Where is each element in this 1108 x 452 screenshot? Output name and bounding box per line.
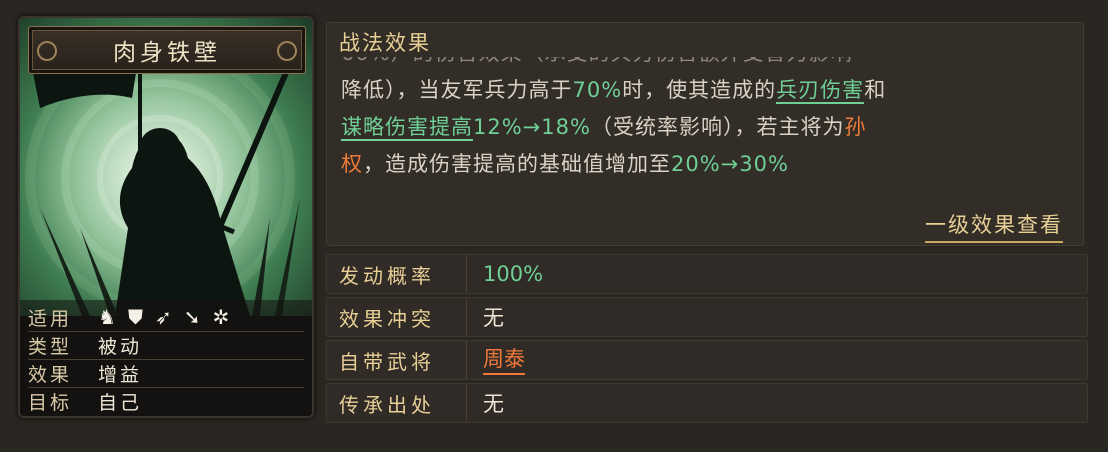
desc-line: 60%）的伤害效果（承受的兵刃伤害额外受智力影响: [341, 57, 1061, 72]
desc-line: 降低），当友军兵力高于70%时，使其造成的兵刃伤害和: [341, 78, 887, 104]
attr-key: 自带武将: [327, 341, 467, 379]
troop-type-icons: ♞ ⛊ ➶ ➘ ✲: [98, 307, 229, 327]
info-key: 类型: [28, 335, 73, 358]
skill-artwork: 肉身铁壁: [20, 18, 312, 316]
attr-key: 效果冲突: [327, 298, 467, 336]
wheel-icon: ✲: [212, 305, 230, 329]
keyword-physical-damage[interactable]: 兵刃伤害: [776, 78, 865, 104]
info-key: 目标: [28, 391, 73, 414]
info-row-effect: 效果 增益: [28, 360, 304, 388]
attr-key: 传承出处: [327, 384, 467, 422]
ornament-icon: [277, 41, 297, 61]
cavalry-icon: ♞: [98, 305, 116, 329]
info-row-target: 目标 自己: [28, 388, 304, 414]
info-value: 自己: [98, 391, 143, 414]
info-key: 效果: [28, 363, 73, 386]
attr-row-conflict: 效果冲突 无: [326, 297, 1088, 337]
level-one-effect-button[interactable]: 一级效果查看: [925, 209, 1063, 243]
attr-value: 无: [483, 392, 504, 416]
keyword-strategy-damage[interactable]: 谋略伤害提高: [341, 115, 473, 141]
skill-card: 肉身铁壁 适用 ♞ ⛊ ➶ ➘ ✲ 类型 被动 效果 增益 目标 自己: [18, 16, 314, 418]
effect-heading: 战法效果: [339, 31, 431, 55]
info-key: 适用: [28, 307, 73, 330]
attr-key: 发动概率: [327, 255, 467, 293]
info-row-applicable: 适用 ♞ ⛊ ➶ ➘ ✲: [28, 304, 304, 332]
shield-icon: ⛊: [127, 305, 143, 329]
skill-title: 肉身铁壁: [113, 40, 221, 66]
effect-description[interactable]: 60%）的伤害效果（承受的兵刃伤害额外受智力影响 降低），当友军兵力高于70%时…: [341, 57, 1061, 205]
info-value: 增益: [98, 363, 143, 386]
skill-info: 适用 ♞ ⛊ ➶ ➘ ✲ 类型 被动 效果 增益 目标 自己: [20, 300, 312, 416]
attr-value: 无: [483, 306, 504, 330]
bow-icon: ➶: [154, 305, 172, 329]
ornament-icon: [37, 41, 57, 61]
info-value: 被动: [98, 335, 143, 358]
spear-icon: ➘: [183, 305, 201, 329]
desc-line: 权，造成伤害提高的基础值增加至20%→30%: [341, 152, 789, 176]
desc-line: 谋略伤害提高12%→18%（受统率影响），若主将为孙: [341, 115, 867, 141]
skill-title-plate: 肉身铁壁: [28, 26, 306, 74]
attr-row-inherit-source: 传承出处 无: [326, 383, 1088, 423]
attr-row-trigger-rate: 发动概率 100%: [326, 254, 1088, 294]
info-row-type: 类型 被动: [28, 332, 304, 360]
effect-panel: 战法效果 60%）的伤害效果（承受的兵刃伤害额外受智力影响 降低），当友军兵力高…: [326, 22, 1084, 246]
attr-row-own-general: 自带武将 周泰: [326, 340, 1088, 380]
attr-value: 100%: [483, 262, 544, 286]
general-link[interactable]: 周泰: [483, 343, 525, 375]
